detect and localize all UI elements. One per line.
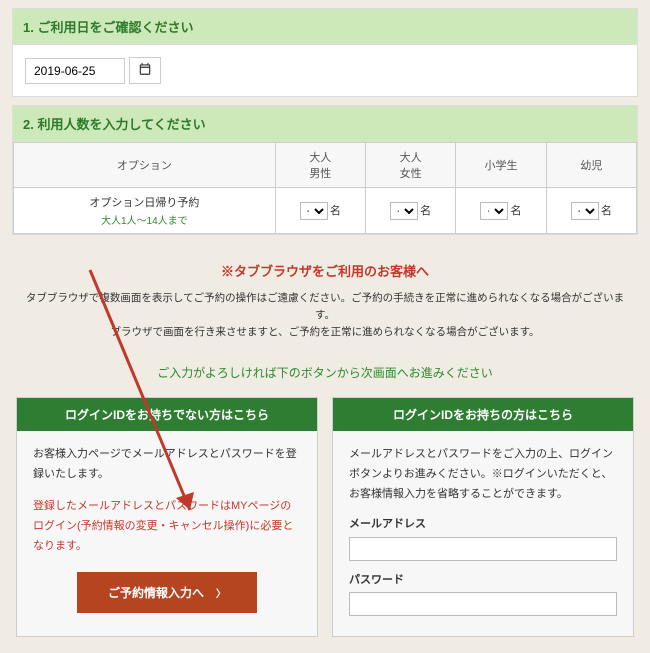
reservation-input-label: ご予約情報入力へ bbox=[108, 584, 204, 601]
table-row: オプション日帰り予約 大人1人～14人まで --名 --名 --名 --名 bbox=[14, 188, 637, 234]
date-input[interactable] bbox=[25, 58, 125, 84]
login-text: メールアドレスとパスワードをご入力の上、ログインボタンよりお進みください。※ログ… bbox=[349, 445, 617, 504]
section2-title: 2. 利用人数を入力してください bbox=[13, 106, 637, 142]
notice-line2: ブラウザで画面を行き来させますと、ご予約を正常に進められなくなる場合がございます… bbox=[20, 324, 630, 341]
date-row bbox=[25, 57, 625, 84]
login-columns: ログインIDをお持ちでない方はこちら お客様入力ページでメールアドレスとパスワー… bbox=[0, 397, 650, 653]
col-infant: 幼児 bbox=[546, 143, 636, 188]
select-infant[interactable]: -- bbox=[571, 202, 599, 220]
date-panel: 1. ご利用日をご確認ください bbox=[12, 8, 638, 97]
options-table: オプション 大人 男性 大人 女性 小学生 幼児 オプション日帰り予約 大人1人… bbox=[13, 142, 637, 234]
notice-line1: タブブラウザで複数画面を表示してご予約の操作はご遠慮ください。ご予約の手続きを正… bbox=[20, 290, 630, 324]
login-card: ログインIDをお持ちの方はこちら メールアドレスとパスワードをご入力の上、ログイ… bbox=[332, 397, 634, 637]
calendar-button[interactable] bbox=[129, 57, 161, 84]
option-sub: 大人1人～14人まで bbox=[18, 212, 271, 227]
guests-panel: 2. 利用人数を入力してください オプション 大人 男性 大人 女性 小学生 幼… bbox=[12, 105, 638, 235]
select-adult-female[interactable]: -- bbox=[390, 202, 418, 220]
section1-title: 1. ご利用日をご確認ください bbox=[13, 9, 637, 45]
tab-browser-notice: ※タブブラウザをご利用のお客様へ タブブラウザで複数画面を表示してご予約の操作は… bbox=[20, 261, 630, 340]
password-field[interactable] bbox=[349, 592, 617, 616]
no-login-title: ログインIDをお持ちでない方はこちら bbox=[17, 398, 317, 431]
unit-label: 名 bbox=[601, 205, 612, 217]
notice-title: ※タブブラウザをご利用のお客様へ bbox=[20, 261, 630, 280]
no-login-warning: 登録したメールアドレスとパスワードはMYページのログイン(予約情報の変更・キャン… bbox=[33, 497, 301, 556]
proceed-message: ご入力がよろしければ下のボタンから次画面へお進みください bbox=[0, 364, 650, 381]
no-login-card: ログインIDをお持ちでない方はこちら お客様入力ページでメールアドレスとパスワー… bbox=[16, 397, 318, 637]
calendar-icon bbox=[138, 65, 152, 79]
col-adult-female: 大人 女性 bbox=[365, 143, 455, 188]
col-option: オプション bbox=[14, 143, 276, 188]
select-adult-male[interactable]: -- bbox=[300, 202, 328, 220]
email-field[interactable] bbox=[349, 537, 617, 561]
col-adult-male: 大人 男性 bbox=[275, 143, 365, 188]
select-elementary[interactable]: -- bbox=[480, 202, 508, 220]
option-name: オプション日帰り予約 bbox=[89, 197, 199, 209]
unit-label: 名 bbox=[510, 205, 521, 217]
reservation-input-button[interactable]: ご予約情報入力へ 〉 bbox=[77, 572, 257, 613]
unit-label: 名 bbox=[420, 205, 431, 217]
unit-label: 名 bbox=[330, 205, 341, 217]
col-elementary: 小学生 bbox=[456, 143, 546, 188]
chevron-right-icon: 〉 bbox=[216, 585, 226, 600]
password-label: パスワード bbox=[349, 571, 617, 591]
email-label: メールアドレス bbox=[349, 515, 617, 535]
no-login-text1: お客様入力ページでメールアドレスとパスワードを登録いたします。 bbox=[33, 445, 301, 485]
login-title: ログインIDをお持ちの方はこちら bbox=[333, 398, 633, 431]
